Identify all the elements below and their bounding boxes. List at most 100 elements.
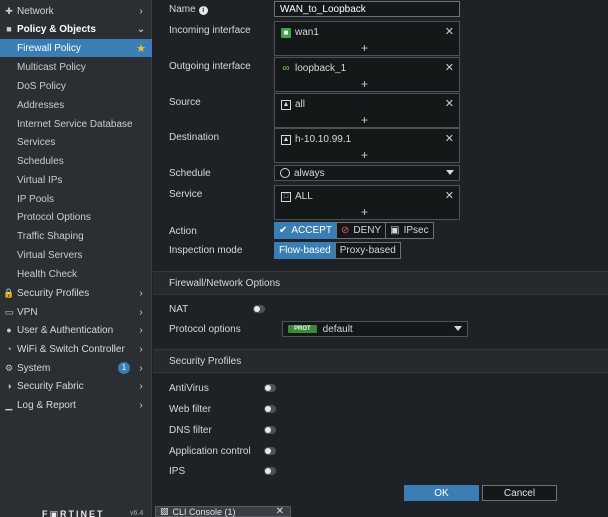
service-label: Service (169, 189, 203, 200)
sidebar-item-security-fabric[interactable]: ◑ Security Fabric › (0, 377, 152, 395)
source-field[interactable]: ▲ all ✕ + (274, 93, 460, 128)
schedule-select[interactable]: always (274, 165, 460, 181)
inspection-mode-control: Flow-based Proxy-based (274, 242, 401, 259)
sidebar-item-vpn[interactable]: ▭ VPN › (0, 303, 152, 321)
schedule-label: Schedule (169, 168, 211, 179)
remove-service-button[interactable]: ✕ (445, 189, 454, 202)
service-icon: □ (281, 191, 291, 202)
sidebar-item-virtual-ips[interactable]: Virtual IPs (0, 171, 152, 189)
chevron-right-icon: › (139, 343, 143, 355)
sidebar-item-addresses[interactable]: Addresses (0, 96, 152, 114)
sidebar-item-firewall-policy[interactable]: Firewall Policy ★ (0, 39, 152, 57)
chevron-right-icon: › (139, 399, 143, 411)
sidebar-item-internet-service-database[interactable]: Internet Service Database (0, 115, 152, 133)
policy-objects-icon: ■ (6, 24, 12, 34)
service-entry: □ ALL (281, 191, 313, 202)
deny-icon: ⊘ (340, 225, 350, 236)
sidebar-item-label: Schedules (17, 155, 64, 167)
inspection-proxy-button[interactable]: Proxy-based (334, 242, 401, 259)
chevron-right-icon: › (139, 287, 143, 299)
add-destination-button[interactable]: + (361, 148, 368, 162)
destination-field[interactable]: ▲ h-10.10.99.1 ✕ + (274, 128, 460, 163)
sidebar-item-services[interactable]: Services (0, 133, 152, 151)
sidebar-item-network[interactable]: ✚ Network › (0, 2, 152, 20)
sidebar-item-label: Internet Service Database (17, 118, 133, 130)
close-icon[interactable]: ✕ (276, 506, 284, 517)
add-source-button[interactable]: + (361, 113, 368, 127)
favorite-star-icon[interactable]: ★ (136, 42, 146, 55)
sidebar-item-system[interactable]: ⚙ System 1 › (0, 359, 152, 377)
sidebar-item-label: Security Profiles (17, 287, 90, 299)
notification-badge: 1 (118, 362, 130, 374)
fortinet-logo: F▣RTINET (42, 509, 105, 517)
loopback-icon: ∞ (282, 63, 290, 74)
antivirus-toggle[interactable] (264, 384, 276, 392)
ips-toggle[interactable] (264, 467, 276, 475)
protocol-options-select[interactable]: PROT default (282, 321, 468, 337)
chevron-right-icon: › (139, 324, 143, 336)
monitor-icon: ▭ (4, 306, 14, 317)
incoming-interface-field[interactable]: ■ wan1 ✕ + (274, 21, 460, 56)
source-entry: ▲ all (281, 99, 306, 110)
outgoing-interface-field[interactable]: ∞ loopback_1 ✕ + (274, 57, 460, 92)
chevron-right-icon: › (139, 380, 143, 392)
add-service-button[interactable]: + (361, 205, 368, 219)
sidebar-item-label: Addresses (17, 99, 65, 111)
action-accept-button[interactable]: ✔ ACCEPT (274, 222, 337, 239)
sidebar-item-user-authentication[interactable]: ● User & Authentication › (0, 321, 152, 339)
address-icon: ▲ (281, 99, 291, 110)
firmware-version: v6.4 (130, 510, 144, 517)
action-deny-button[interactable]: ⊘ DENY (335, 222, 387, 239)
sidebar-item-label: VPN (17, 306, 38, 318)
sidebar-item-virtual-servers[interactable]: Virtual Servers (0, 246, 152, 264)
add-outgoing-button[interactable]: + (361, 77, 368, 91)
inspection-mode-label: Inspection mode (169, 245, 243, 256)
sidebar-item-label: Network (17, 5, 54, 17)
clock-icon (280, 168, 290, 178)
action-ipsec-button[interactable]: ▣ IPsec (385, 222, 434, 239)
remove-destination-button[interactable]: ✕ (445, 132, 454, 145)
inspection-flow-button[interactable]: Flow-based (274, 242, 336, 259)
sidebar-item-policy-objects[interactable]: ■ Policy & Objects ⌄ (0, 20, 152, 38)
dns-filter-toggle[interactable] (264, 426, 276, 434)
sidebar-item-multicast-policy[interactable]: Multicast Policy (0, 58, 152, 76)
terminal-icon: ▧ (160, 506, 169, 516)
sidebar-item-schedules[interactable]: Schedules (0, 152, 152, 170)
address-icon: ▲ (281, 134, 291, 145)
sidebar-item-label: Security Fabric (17, 380, 84, 392)
service-field[interactable]: □ ALL ✕ + (274, 185, 460, 220)
remove-outgoing-button[interactable]: ✕ (445, 61, 454, 74)
incoming-interface-entry: ■ wan1 (281, 27, 319, 38)
action-segmented-control: ✔ ACCEPT ⊘ DENY ▣ IPsec (274, 222, 434, 239)
application-control-toggle[interactable] (264, 447, 276, 455)
sidebar-item-label: Firewall Policy (17, 42, 81, 54)
sidebar-item-label: Log & Report (17, 399, 76, 411)
cancel-button[interactable]: Cancel (482, 485, 557, 501)
web-filter-toggle[interactable] (264, 405, 276, 413)
gear-icon: ⚙ (4, 362, 14, 373)
protocol-tag: PROT (288, 325, 317, 333)
name-input[interactable] (274, 1, 460, 17)
cli-console-tab[interactable]: ▧ CLI Console (1) ✕ (155, 506, 291, 517)
remove-incoming-button[interactable]: ✕ (445, 25, 454, 38)
sidebar-item-security-profiles[interactable]: 🔒 Security Profiles › (0, 284, 152, 302)
remove-source-button[interactable]: ✕ (445, 97, 454, 110)
wifi-icon: ◔ (6, 344, 12, 354)
sidebar-item-log-report[interactable]: ▁ Log & Report › (0, 396, 152, 414)
application-control-label: Application control (169, 446, 251, 457)
sidebar-item-ip-pools[interactable]: IP Pools (0, 190, 152, 208)
web-filter-label: Web filter (169, 404, 212, 415)
sidebar-item-label: Traffic Shaping (17, 230, 84, 242)
sidebar-item-dos-policy[interactable]: DoS Policy (0, 77, 152, 95)
sidebar-item-protocol-options[interactable]: Protocol Options (0, 208, 152, 226)
chevron-down-icon (454, 326, 462, 331)
nat-toggle[interactable] (253, 305, 265, 313)
info-icon[interactable]: i (198, 6, 208, 15)
sidebar-item-health-check[interactable]: Health Check (0, 265, 152, 283)
chevron-down-icon (446, 170, 454, 175)
sidebar-item-traffic-shaping[interactable]: Traffic Shaping (0, 227, 152, 245)
add-incoming-button[interactable]: + (361, 41, 368, 55)
ok-button[interactable]: OK (404, 485, 479, 501)
sidebar-item-wifi-switch-controller[interactable]: ◔ WiFi & Switch Controller › (0, 340, 152, 358)
fabric-icon: ◑ (6, 381, 12, 391)
